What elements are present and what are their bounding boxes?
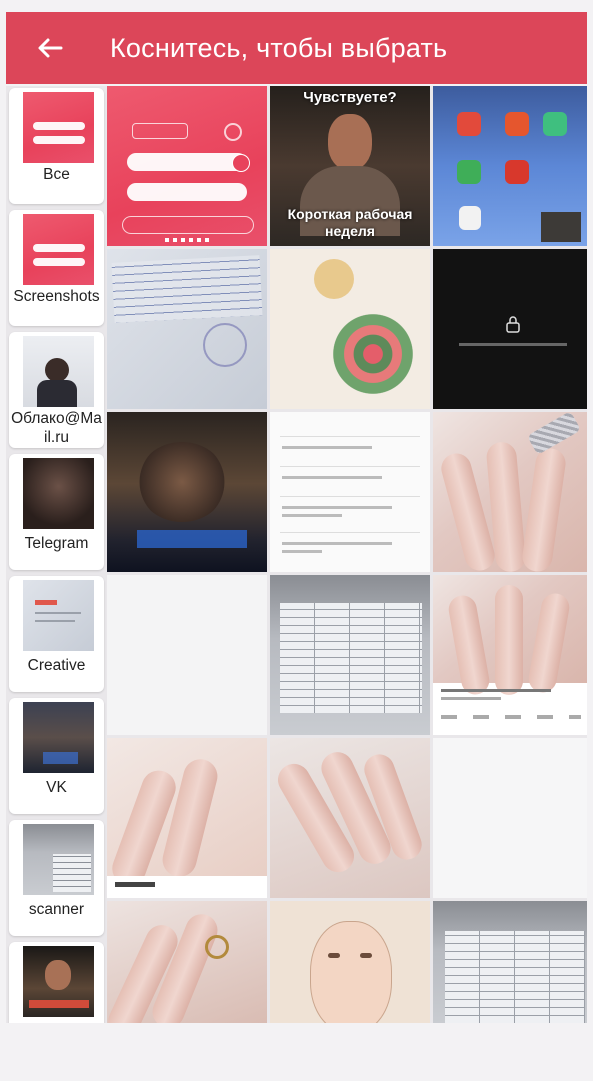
photo-blank-2[interactable] xyxy=(433,738,587,898)
photo-manicure-1[interactable] xyxy=(433,412,587,572)
album-thumbnail xyxy=(23,92,94,163)
album-thumbnail xyxy=(23,702,94,773)
album-thumbnail xyxy=(23,458,94,529)
photo-bouquet[interactable] xyxy=(270,249,430,409)
photo-manicure-2[interactable] xyxy=(107,738,267,898)
album-vk[interactable]: VK xyxy=(9,698,104,814)
arrow-left-icon xyxy=(38,38,63,58)
photo-settings-list[interactable] xyxy=(270,412,430,572)
album-scanner[interactable]: scanner xyxy=(9,820,104,936)
album-label: Все xyxy=(43,166,70,183)
album-thumbnail xyxy=(23,214,94,285)
album-oblako-mail[interactable]: Облако@Mail.ru xyxy=(9,332,104,448)
photo-fire-night[interactable] xyxy=(107,412,267,572)
album-label: VK xyxy=(46,779,67,796)
photo-manicure-4[interactable] xyxy=(107,901,267,1023)
lock-icon xyxy=(506,316,520,333)
photo-phone-home[interactable] xyxy=(433,86,587,246)
album-sidebar[interactable]: Все Screenshots Облако@Mail.ru Telegram xyxy=(6,86,106,1023)
page-title: Коснитесь, чтобы выбрать xyxy=(110,32,448,63)
photo-table-sheet[interactable] xyxy=(270,575,430,735)
photo-grid[interactable]: Чувствуете? Короткая рабочая неделя xyxy=(107,86,587,1023)
meme-caption-top: Чувствуете? xyxy=(303,89,397,106)
album-label: Облако@Mail.ru xyxy=(11,410,102,446)
album-creative[interactable]: Creative xyxy=(9,576,104,692)
album-label: scanner xyxy=(28,901,85,918)
meme-caption-bottom: Короткая рабочая неделя xyxy=(287,206,413,239)
picker-content: Все Screenshots Облако@Mail.ru Telegram xyxy=(6,86,587,1023)
photo-table-sheet-2[interactable] xyxy=(433,901,587,1023)
album-telegram[interactable]: Telegram xyxy=(9,454,104,570)
photo-nails-video[interactable] xyxy=(433,575,587,735)
album-thumbnail xyxy=(23,580,94,651)
album-label: Telegram xyxy=(24,535,89,552)
album-screenshots[interactable]: Screenshots xyxy=(9,210,104,326)
album-thumbnail xyxy=(23,824,94,895)
album-label: Screenshots xyxy=(13,288,100,305)
photo-locked-video[interactable] xyxy=(433,249,587,409)
album-thumbnail xyxy=(23,336,94,407)
album-all[interactable]: Все xyxy=(9,88,104,204)
back-button[interactable] xyxy=(20,12,80,84)
photo-meme[interactable]: Чувствуете? Короткая рабочая неделя xyxy=(270,86,430,246)
album-meme[interactable] xyxy=(9,942,104,1023)
photo-face-diagram[interactable] xyxy=(270,901,430,1023)
bottom-area xyxy=(0,1023,593,1081)
album-label: Creative xyxy=(27,657,86,674)
app-bar: Коснитесь, чтобы выбрать xyxy=(6,12,587,84)
album-thumbnail xyxy=(23,946,94,1017)
photo-app-screenshot[interactable] xyxy=(107,86,267,246)
photo-blank[interactable] xyxy=(107,575,267,735)
photo-manicure-3[interactable] xyxy=(270,738,430,898)
photo-document[interactable] xyxy=(107,249,267,409)
